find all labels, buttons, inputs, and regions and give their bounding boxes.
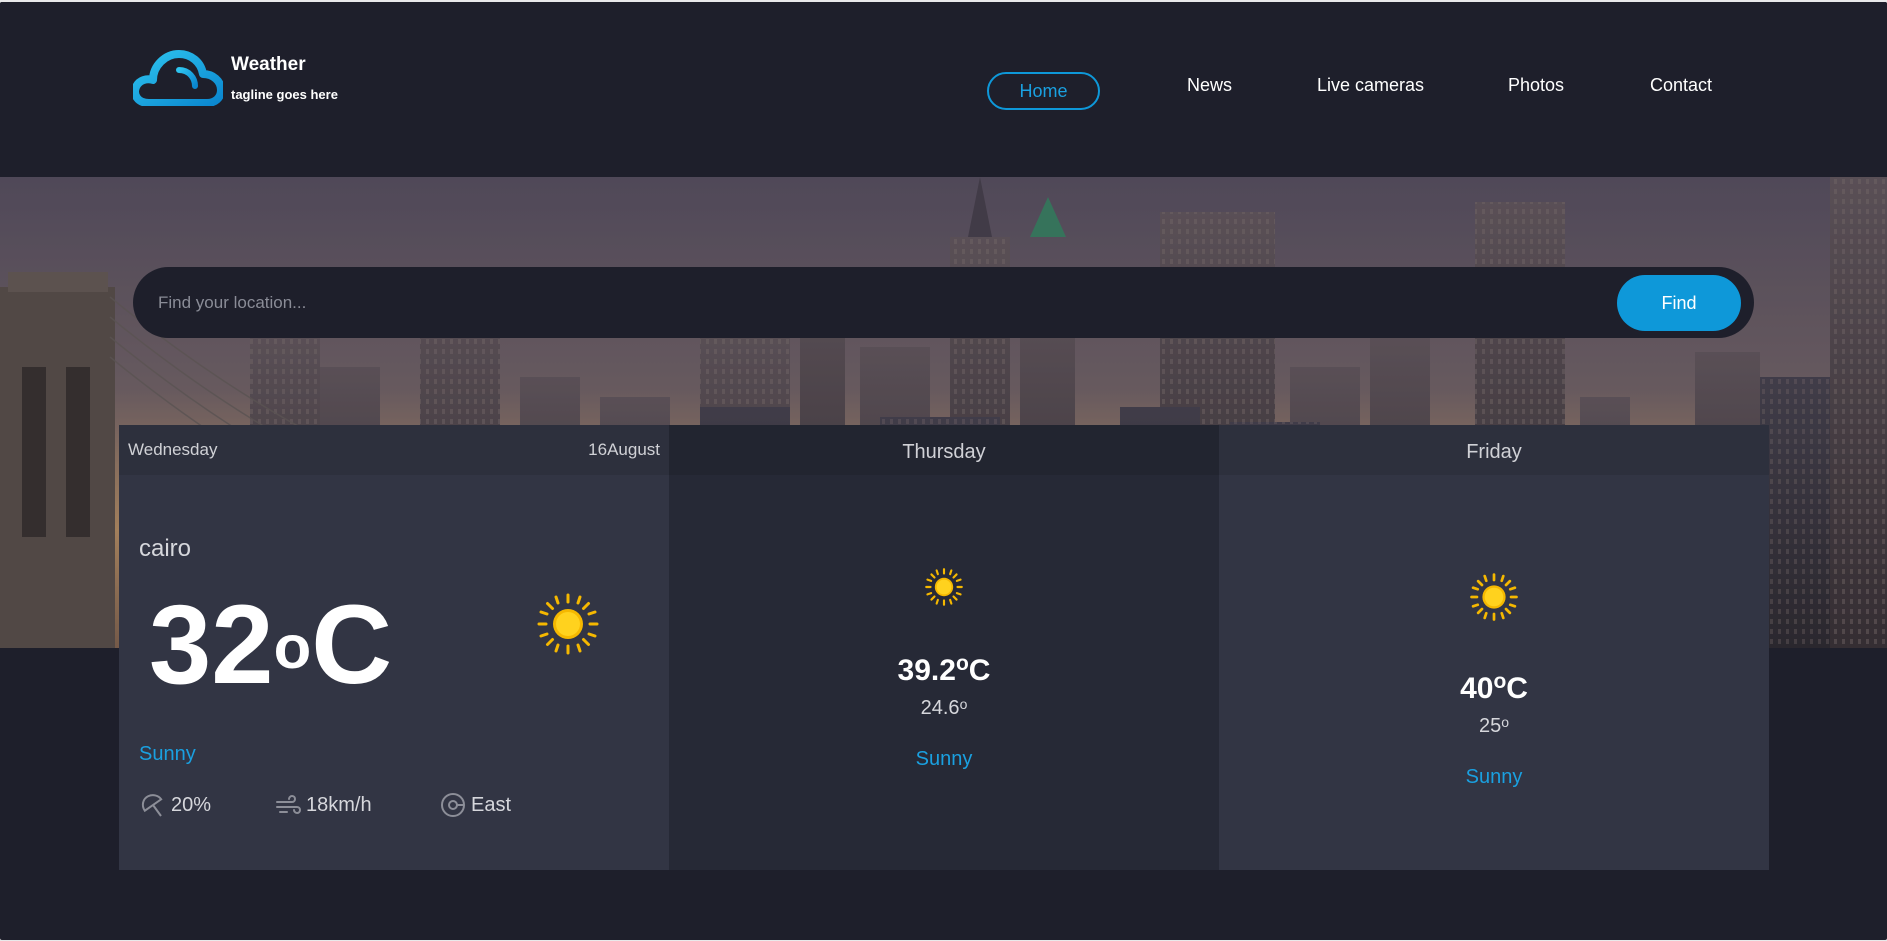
forecast-low-value: 25 [1478,715,1502,737]
forecast-high-temp: 39.2oC [669,651,1219,688]
location-search-bar: Find [133,267,1754,338]
forecast-panel: Wednesday 16August cairo 32oC Sunny 20% … [119,425,1769,870]
current-temperature-scale: C [311,582,393,707]
wind-direction-value: East [471,794,512,816]
sun-icon [537,593,599,655]
current-temperature-value: 32 [149,582,274,707]
nav-home[interactable]: Home [987,72,1100,110]
forecast-card-friday: Friday 40oC 25o Sunny [1219,425,1769,870]
forecast-condition: Sunny [915,748,973,770]
rain-value: 20% [171,794,212,816]
forecast-high-value: 40 [1460,672,1494,705]
forecast-high-degree: o [955,651,969,675]
location-search-input[interactable] [158,267,1508,338]
today-header: Wednesday 16August [119,425,669,475]
cloud-logo-icon [133,50,223,106]
nav-photos[interactable]: Photos [1508,66,1564,104]
nav-contact[interactable]: Contact [1650,66,1712,104]
location-name: cairo [139,535,192,562]
nav-news[interactable]: News [1187,66,1232,104]
forecast-high-scale: C [1506,672,1528,705]
forecast-high-temp: 40oC [1219,669,1769,706]
wind-speed-value: 18km/h [306,794,372,816]
current-temperature: 32oC [149,580,392,710]
forecast-high-value: 39.2 [897,654,956,687]
compass-icon [441,793,465,817]
sun-icon [925,568,963,606]
forecast-low-value: 24.6 [920,697,960,719]
forecast-high-degree: o [1493,669,1507,693]
today-condition: Sunny [139,743,196,765]
brand-title: Weather [231,54,306,75]
forecast-high-scale: C [968,654,991,687]
forecast-day-name: Friday [1466,441,1522,463]
weather-page: Weather tagline goes here Home News Live… [0,2,1887,940]
today-weekday: Wednesday [128,440,218,459]
site-header: Weather tagline goes here Home News Live… [0,2,1887,178]
umbrella-icon [141,794,163,817]
forecast-low-temp: 25o [1219,713,1769,738]
forecast-low-temp: 24.6o [669,695,1219,720]
nav-live-cameras[interactable]: Live cameras [1317,66,1424,104]
wind-icon [276,794,301,815]
forecast-header: Friday [1219,425,1769,475]
forecast-card-thursday: Thursday 39.2oC 24.6o Sunny [669,425,1219,870]
today-date: 16August [588,440,660,459]
forecast-day-name: Thursday [902,441,986,463]
find-button[interactable]: Find [1617,275,1741,331]
today-card: Wednesday 16August cairo 32oC Sunny 20% … [119,425,669,870]
forecast-low-degree: o [1501,713,1510,730]
brand-logo-link[interactable]: Weather tagline goes here [133,50,433,110]
forecast-low-degree: o [959,695,968,712]
forecast-condition: Sunny [1465,766,1523,788]
brand-tagline: tagline goes here [231,87,338,102]
sun-icon [1470,573,1518,621]
current-temperature-degree: o [273,613,312,683]
forecast-header: Thursday [669,425,1219,475]
